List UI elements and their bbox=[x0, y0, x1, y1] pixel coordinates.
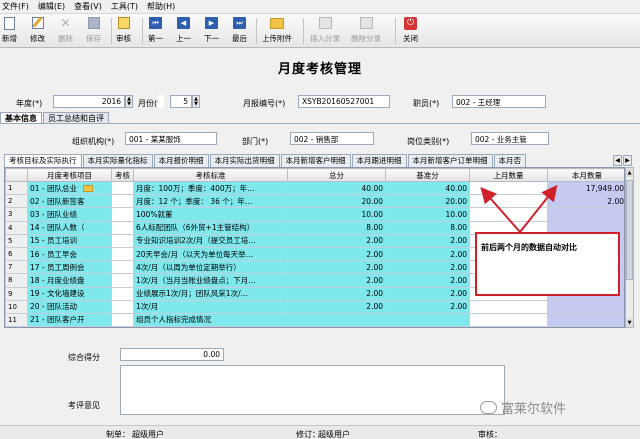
comment-textarea[interactable] bbox=[120, 365, 505, 415]
status-footer: 制单： 超级用户 修订： 超级用户 审核： bbox=[0, 425, 640, 439]
annotation-text: 前后两个月的数据自动对比 bbox=[481, 243, 577, 252]
score-label: 综合得分 bbox=[68, 353, 100, 362]
annotation-callout: 前后两个月的数据自动对比 bbox=[475, 232, 620, 296]
modifier-value: 超级用户 bbox=[318, 430, 350, 439]
arrow-to-this-month bbox=[519, 184, 558, 233]
modifier-label: 修订： bbox=[296, 430, 320, 439]
score-field[interactable]: 0.00 bbox=[120, 348, 224, 361]
wechat-icon bbox=[480, 401, 497, 414]
maker-label: 制单： bbox=[106, 430, 130, 439]
auditor-label: 审核： bbox=[478, 430, 502, 439]
comment-label: 考评意见 bbox=[68, 401, 100, 410]
watermark: 富莱尔软件 bbox=[480, 398, 566, 417]
maker-value: 超级用户 bbox=[132, 430, 164, 439]
arrow-to-last-month bbox=[480, 186, 521, 233]
